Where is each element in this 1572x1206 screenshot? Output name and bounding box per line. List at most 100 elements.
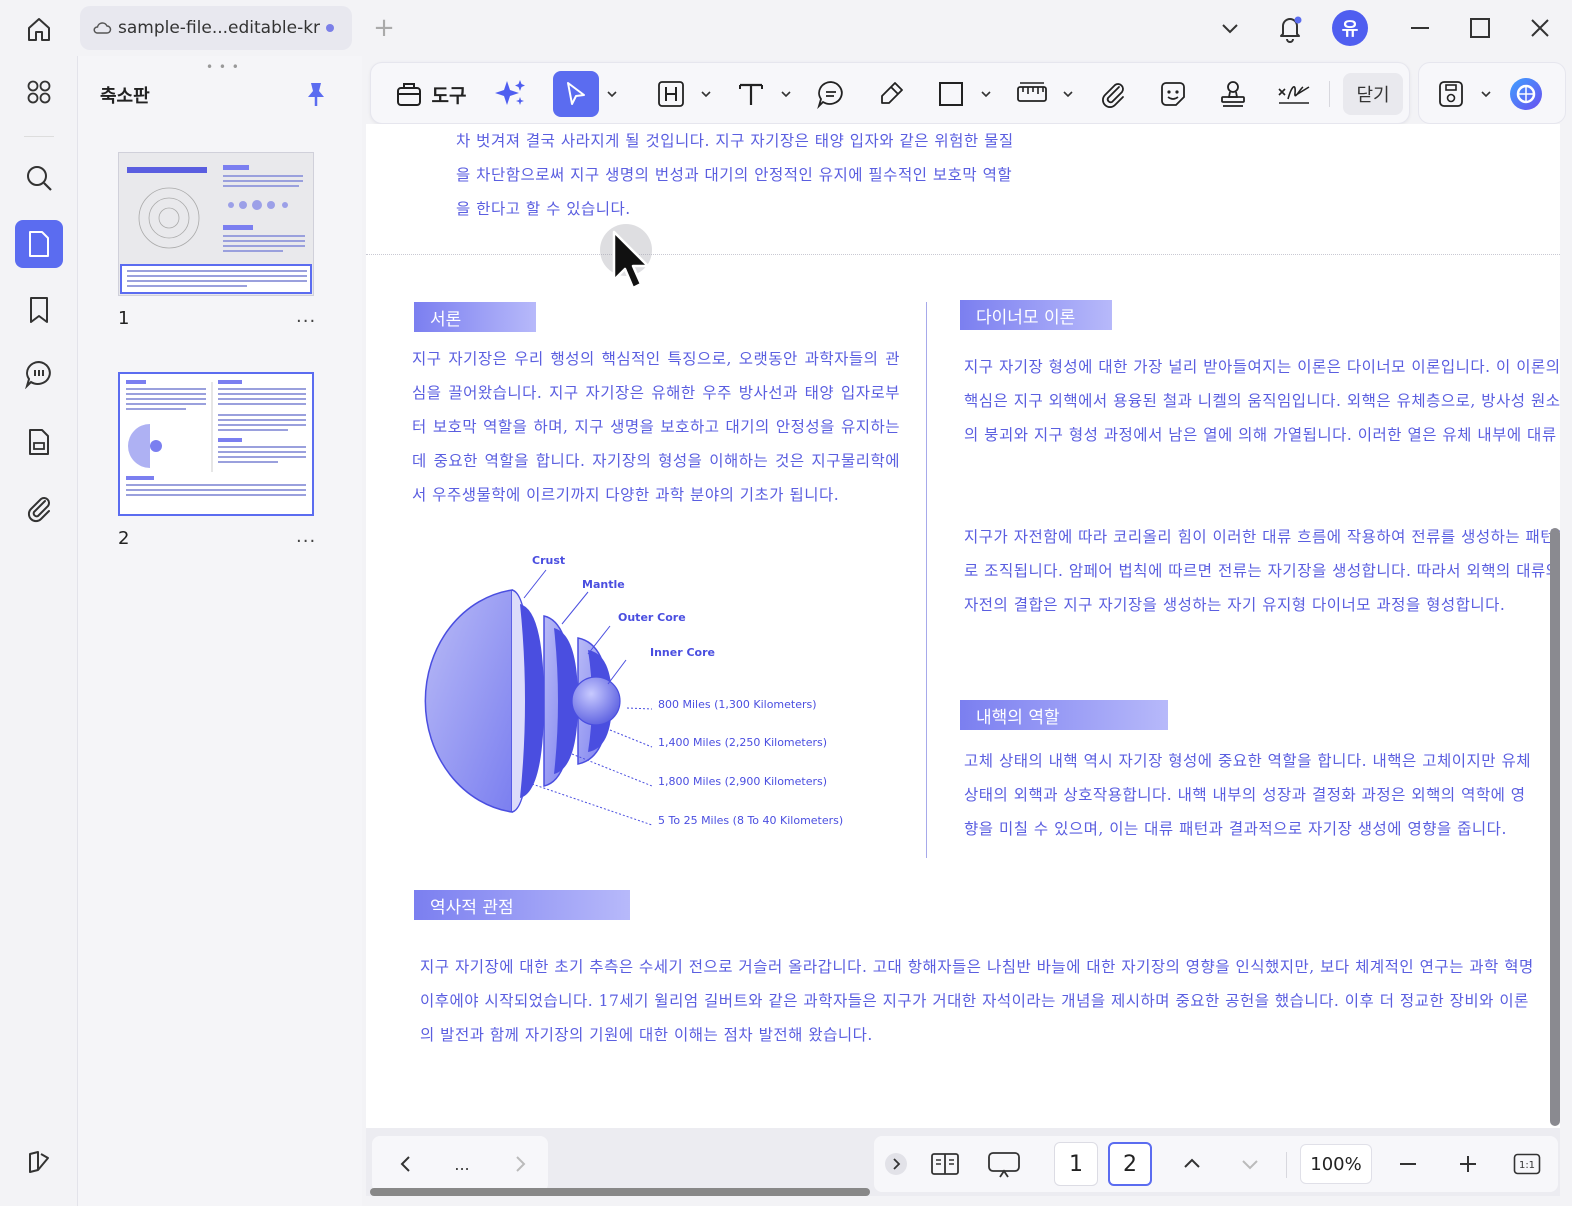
column-divider <box>926 302 927 858</box>
divider <box>1286 1152 1287 1178</box>
chevron-down-icon[interactable] <box>1063 89 1073 99</box>
history-heading: 역사적 관점 <box>414 890 630 920</box>
actual-size-icon[interactable]: 1:1 <box>1512 1150 1542 1178</box>
dynamo-paragraph-1: 지구 자기장 형성에 대한 가장 널리 받아들여지는 이론은 다이너모 이론입니… <box>964 358 1560 444</box>
pin-icon[interactable] <box>302 80 330 108</box>
distance-label: 800 Miles (1,300 Kilometers) <box>658 698 817 711</box>
rectangle-tool-icon[interactable] <box>931 71 971 117</box>
navigation-group: ... <box>372 1136 548 1192</box>
dynamo-heading: 다이너모 이론 <box>960 300 1112 330</box>
home-icon[interactable] <box>20 10 58 48</box>
forward-icon[interactable] <box>506 1150 534 1178</box>
note-tool-icon[interactable] <box>811 71 851 117</box>
chevron-down-icon[interactable] <box>1481 89 1491 99</box>
minimize-icon[interactable] <box>1402 8 1438 48</box>
back-icon[interactable] <box>392 1150 420 1178</box>
maximize-icon[interactable] <box>1462 8 1498 48</box>
chevron-down-icon[interactable] <box>607 89 617 99</box>
toolbar-divider <box>1329 81 1330 107</box>
zoom-out-icon[interactable] <box>1394 1150 1422 1178</box>
grid-icon[interactable] <box>15 68 63 116</box>
page-thumbnail-1[interactable] <box>118 152 314 296</box>
document-tab[interactable]: sample-file...editable-kr <box>80 6 352 50</box>
attachment-icon[interactable] <box>15 484 63 532</box>
save-icon[interactable] <box>1431 71 1471 117</box>
heading-tool-icon[interactable] <box>651 71 691 117</box>
two-page-view-icon[interactable] <box>928 1150 962 1178</box>
intro-heading: 서론 <box>414 302 536 332</box>
distance-label: 5 To 25 Miles (8 To 40 Kilometers) <box>658 814 844 827</box>
page-2-more-button[interactable]: ... <box>296 526 316 547</box>
highlighter-icon[interactable] <box>871 71 911 117</box>
page-number-1: 1 <box>118 308 130 329</box>
text-tool-icon[interactable] <box>731 71 771 117</box>
zoom-level[interactable]: 100% <box>1300 1144 1372 1184</box>
page-controls: 1 2 100% 1:1 <box>874 1136 1558 1192</box>
thumbnail-panel: • • • 축소판 1 ... 2 ... <box>78 56 362 1206</box>
page-thumbnail-2[interactable] <box>118 372 314 516</box>
chevron-down-icon[interactable] <box>701 89 711 99</box>
comment-icon[interactable] <box>15 350 63 398</box>
expand-icon[interactable] <box>882 1150 910 1178</box>
earth-layers-diagram: Crust Mantle Outer Core Inner Core 800 M… <box>412 554 852 834</box>
chevron-down-icon[interactable] <box>781 89 791 99</box>
distance-label: 1,800 Miles (2,900 Kilometers) <box>658 775 828 788</box>
tab-title: sample-file...editable-kr <box>118 18 321 38</box>
more-button[interactable]: ... <box>448 1150 476 1178</box>
ai-sparkle-icon[interactable] <box>491 71 531 117</box>
inner-core-body: 고체 상태의 내핵 역시 자기장 형성에 중요한 역할을 합니다. 내핵은 고체… <box>964 752 1531 838</box>
layers-icon[interactable] <box>15 1138 63 1186</box>
left-icon-rail <box>0 56 78 1206</box>
mouse-cursor-icon <box>598 222 662 302</box>
close-tools-button[interactable]: 닫기 <box>1343 73 1403 115</box>
panel-grip[interactable]: • • • <box>206 60 240 74</box>
form-icon[interactable] <box>15 418 63 466</box>
ai-assistant-icon[interactable] <box>1505 71 1547 117</box>
bell-icon[interactable] <box>1272 8 1308 48</box>
distance-label: 1,400 Miles (2,250 Kilometers) <box>658 736 828 749</box>
select-tool-button[interactable] <box>553 71 599 117</box>
secondary-toolbar <box>1418 62 1566 124</box>
sticker-icon[interactable] <box>1153 71 1193 117</box>
zoom-in-icon[interactable] <box>1454 1150 1482 1178</box>
document-view[interactable]: 차 벗겨져 결국 사라지게 될 것입니다. 지구 자기장은 태양 입자와 같은 … <box>366 124 1560 1128</box>
rail-divider <box>24 136 54 137</box>
page-button-1[interactable]: 1 <box>1054 1142 1098 1186</box>
page-break <box>366 254 1560 255</box>
avatar-label: 유 <box>1332 10 1368 46</box>
chevron-down-icon[interactable] <box>1212 8 1248 48</box>
vertical-scrollbar[interactable] <box>1550 528 1560 1126</box>
outer-core-label: Outer Core <box>618 611 686 624</box>
cloud-icon <box>92 18 112 38</box>
stamp-icon[interactable] <box>1213 71 1253 117</box>
mantle-label: Mantle <box>582 578 625 591</box>
bottom-bar: ... 1 2 100% 1:1 <box>366 1128 1560 1196</box>
previous-page-text: 차 벗겨져 결국 사라지게 될 것입니다. 지구 자기장은 태양 입자와 같은 … <box>456 132 1014 218</box>
intro-body: 지구 자기장은 우리 행성의 핵심적인 특징으로, 오랫동안 과학자들의 관심을… <box>412 350 900 504</box>
chevron-down-icon[interactable] <box>981 89 991 99</box>
dynamo-paragraph-2: 지구가 자전함에 따라 코리올리 힘이 이러한 대류 흐름에 작용하여 전류를 … <box>964 528 1560 614</box>
search-icon[interactable] <box>15 154 63 202</box>
inner-core-label: Inner Core <box>650 646 715 659</box>
panel-title: 축소판 <box>100 86 150 107</box>
pages-icon[interactable] <box>15 220 63 268</box>
inner-core-heading: 내핵의 역할 <box>960 700 1168 730</box>
history-body: 지구 자기장에 대한 초기 추측은 수세기 전으로 거슬러 올라갑니다. 고대 … <box>420 958 1534 1044</box>
previous-page-icon[interactable] <box>1178 1150 1206 1178</box>
avatar[interactable]: 유 <box>1330 8 1370 48</box>
page-1-more-button[interactable]: ... <box>296 306 316 327</box>
actual-size-label: 1:1 <box>1519 1160 1535 1171</box>
measure-tool-icon[interactable] <box>1011 71 1053 117</box>
signature-icon[interactable] <box>1273 71 1315 117</box>
new-tab-button[interactable]: + <box>370 13 398 43</box>
presentation-icon[interactable] <box>986 1150 1022 1178</box>
main-toolbar: 도구 닫기 <box>370 62 1410 124</box>
tools-button[interactable]: 도구 <box>387 71 473 117</box>
crust-label: Crust <box>532 554 566 567</box>
close-window-icon[interactable] <box>1522 8 1558 48</box>
next-page-icon[interactable] <box>1236 1150 1264 1178</box>
bookmark-icon[interactable] <box>15 286 63 334</box>
attach-tool-icon[interactable] <box>1093 71 1133 117</box>
horizontal-scrollbar[interactable] <box>370 1188 870 1196</box>
page-button-2[interactable]: 2 <box>1108 1142 1152 1186</box>
